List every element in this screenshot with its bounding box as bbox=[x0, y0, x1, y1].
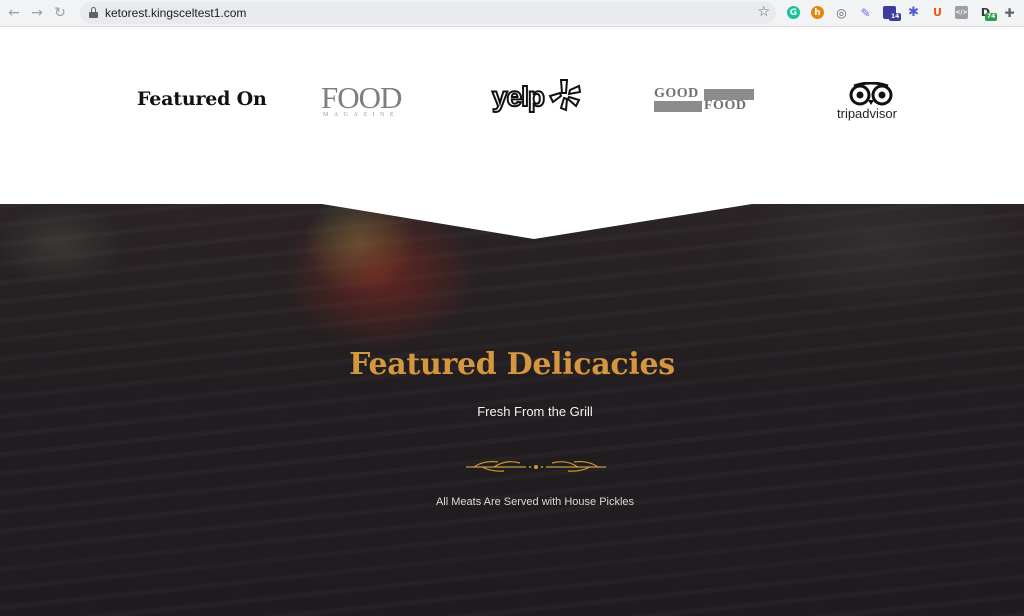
reload-icon: ↻ bbox=[54, 5, 66, 21]
stack-badge: 14 bbox=[889, 13, 902, 21]
address-bar[interactable]: ketorest.kingsceltest1.com ☆ bbox=[80, 2, 776, 24]
code-icon[interactable]: </> bbox=[955, 6, 968, 19]
d-extension-icon[interactable]: D 74 bbox=[979, 6, 998, 21]
browser-toolbar: ← → ↻ ketorest.kingsceltest1.com ☆ G h ◎… bbox=[0, 0, 1024, 27]
lock-icon bbox=[89, 7, 98, 18]
camera-icon[interactable]: ◎ bbox=[835, 6, 848, 20]
gold-divider-ornament bbox=[466, 460, 606, 472]
delicacies-subtitle: Fresh From the Grill bbox=[477, 404, 593, 419]
forward-button[interactable]: → bbox=[27, 3, 47, 23]
good-food-logo: GOOD FOOD bbox=[654, 86, 756, 116]
delicacies-title: Featured Delicacies bbox=[349, 347, 675, 382]
bookmark-star-icon[interactable]: ☆ bbox=[757, 4, 770, 20]
owl-icon bbox=[849, 82, 893, 106]
featured-delicacies-section: Featured Delicacies Fresh From the Grill… bbox=[0, 204, 1024, 616]
delicacies-note: All Meats Are Served with House Pickles bbox=[435, 496, 635, 508]
featured-on-section: Featured On FOOD MAGAZINE yelp GOOD FOOD bbox=[0, 27, 1024, 204]
food-magazine-logo: FOOD MAGAZINE bbox=[321, 80, 402, 118]
arrow-left-icon: ← bbox=[8, 5, 20, 21]
back-button[interactable]: ← bbox=[4, 3, 24, 23]
reload-button[interactable]: ↻ bbox=[50, 3, 70, 23]
arrow-right-icon: → bbox=[31, 5, 43, 21]
puzzle-icon[interactable]: ✚ bbox=[1003, 6, 1016, 20]
pen-icon[interactable]: ✎ bbox=[859, 6, 872, 20]
stack-icon[interactable]: 14 bbox=[883, 6, 902, 21]
featured-on-heading: Featured On bbox=[137, 88, 267, 110]
honey-icon[interactable]: h bbox=[811, 6, 824, 19]
url-text: ketorest.kingsceltest1.com bbox=[105, 6, 247, 20]
tripadvisor-logo: tripadvisor bbox=[836, 82, 908, 122]
asterisk-icon[interactable]: ✱ bbox=[907, 5, 920, 20]
section-divider-chevron bbox=[0, 204, 1024, 239]
yelp-burst-icon bbox=[548, 79, 582, 112]
yelp-logo: yelp bbox=[490, 76, 582, 124]
d-extension-badge: 74 bbox=[985, 13, 998, 21]
ublock-icon[interactable]: U bbox=[931, 6, 944, 19]
grammarly-icon[interactable]: G bbox=[787, 6, 800, 19]
